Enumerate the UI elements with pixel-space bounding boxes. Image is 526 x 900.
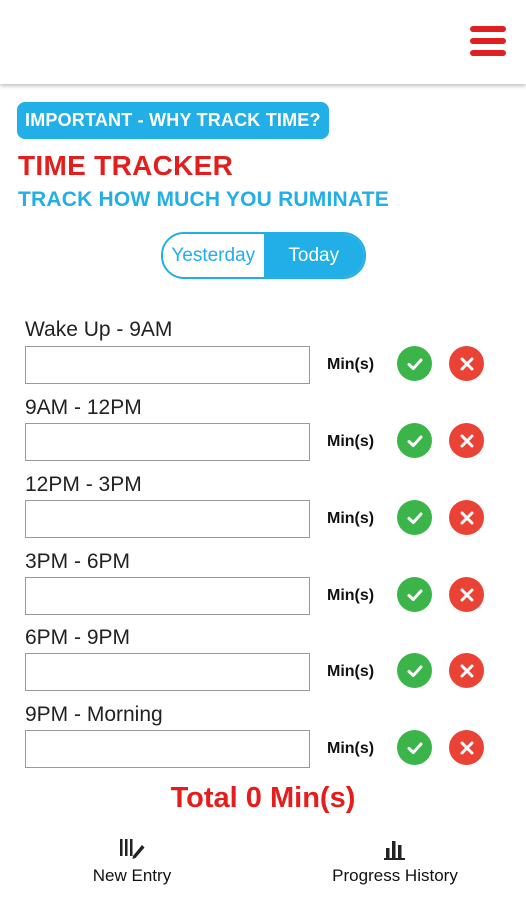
- slot-label: 3PM - 6PM: [25, 550, 131, 573]
- page-subtitle: TRACK HOW MUCH YOU RUMINATE: [18, 188, 389, 211]
- close-icon: [460, 664, 473, 677]
- nav-label: New Entry: [92, 866, 172, 885]
- toggle-yesterday[interactable]: Yesterday: [163, 234, 264, 277]
- confirm-button[interactable]: [397, 653, 432, 688]
- clear-button[interactable]: [449, 653, 484, 688]
- checkmark-icon: [407, 665, 422, 677]
- unit-label: Min(s): [327, 587, 375, 604]
- minutes-input[interactable]: [25, 500, 310, 538]
- minutes-input[interactable]: [25, 653, 310, 691]
- minutes-input[interactable]: [25, 423, 310, 461]
- clear-button[interactable]: [449, 346, 484, 381]
- confirm-button[interactable]: [397, 346, 432, 381]
- nav-progress-history[interactable]: Progress History: [322, 836, 468, 886]
- unit-label: Min(s): [327, 356, 375, 373]
- clear-button[interactable]: [449, 730, 484, 765]
- clear-button[interactable]: [449, 423, 484, 458]
- top-app-bar: [0, 0, 526, 84]
- toggle-today[interactable]: Today: [263, 234, 364, 277]
- confirm-button[interactable]: [397, 423, 432, 458]
- slot-label: 9PM - Morning: [25, 703, 163, 726]
- checkmark-icon: [407, 742, 422, 754]
- confirm-button[interactable]: [397, 577, 432, 612]
- minutes-input[interactable]: [25, 346, 310, 384]
- edit-list-icon: [120, 839, 145, 859]
- unit-label: Min(s): [327, 433, 375, 450]
- confirm-button[interactable]: [397, 500, 432, 535]
- slot-label: 9AM - 12PM: [25, 396, 142, 419]
- nav-new-entry[interactable]: New Entry: [82, 836, 182, 886]
- close-icon: [460, 357, 473, 370]
- clear-button[interactable]: [449, 500, 484, 535]
- close-icon: [460, 588, 473, 601]
- close-icon: [460, 434, 473, 447]
- hamburger-menu-button[interactable]: [470, 26, 506, 60]
- menu-bar-1: [470, 26, 506, 32]
- checkmark-icon: [407, 512, 422, 524]
- day-toggle: Yesterday Today: [161, 232, 366, 279]
- menu-bar-3: [470, 50, 506, 56]
- slot-label: 12PM - 3PM: [25, 473, 142, 496]
- slot-label: Wake Up - 9AM: [25, 318, 173, 341]
- confirm-button[interactable]: [397, 730, 432, 765]
- slot-label: 6PM - 9PM: [25, 626, 131, 649]
- checkmark-icon: [407, 358, 422, 370]
- nav-label: Progress History: [332, 866, 458, 885]
- minutes-input[interactable]: [25, 577, 310, 615]
- unit-label: Min(s): [327, 510, 375, 527]
- menu-bar-2: [470, 38, 506, 44]
- clear-button[interactable]: [449, 577, 484, 612]
- unit-label: Min(s): [327, 663, 375, 680]
- why-track-time-button[interactable]: IMPORTANT - WHY TRACK TIME?: [17, 102, 329, 139]
- close-icon: [460, 741, 473, 754]
- bar-chart-icon: [384, 841, 405, 860]
- unit-label: Min(s): [327, 740, 375, 757]
- page-title: TIME TRACKER: [18, 150, 234, 181]
- checkmark-icon: [407, 589, 422, 601]
- bottom-navigation: New Entry Progress History: [0, 836, 526, 900]
- minutes-input[interactable]: [25, 730, 310, 768]
- checkmark-icon: [407, 435, 422, 447]
- total-minutes: Total 0 Min(s): [170, 782, 356, 814]
- close-icon: [460, 511, 473, 524]
